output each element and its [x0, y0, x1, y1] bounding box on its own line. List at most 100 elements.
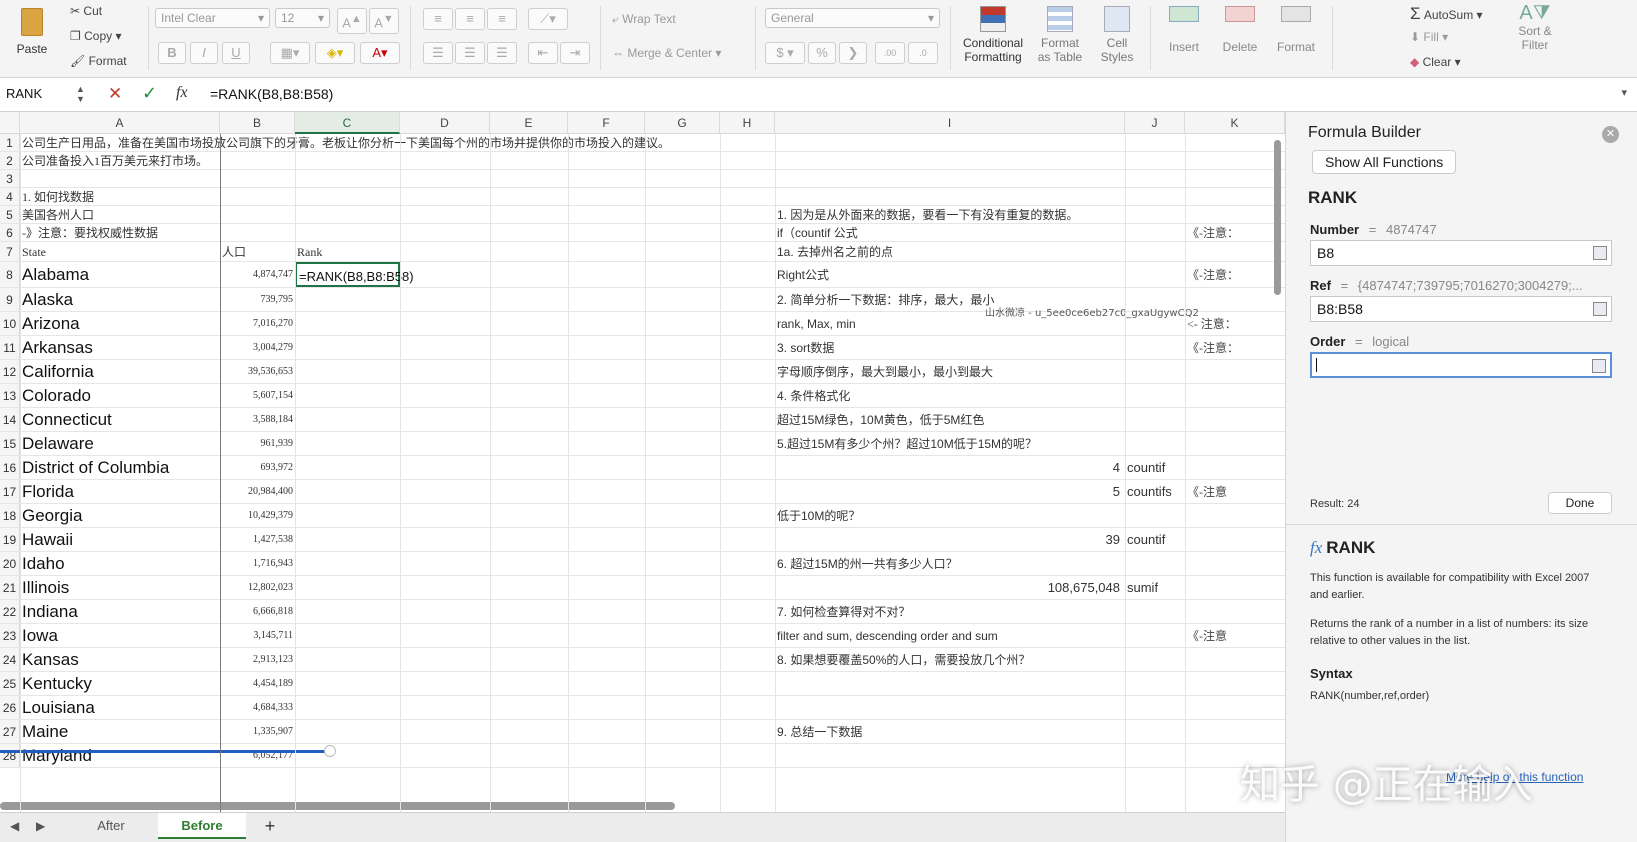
cell-a[interactable]: Idaho — [20, 552, 220, 575]
spreadsheet-grid[interactable]: ABCDEFGHIJK 1 公司生产日用品，准备在美国市场投放公司旗下的牙膏。老板… — [0, 112, 1285, 812]
cell-styles-button[interactable]: Cell Styles — [1092, 6, 1142, 64]
column-header-d[interactable]: D — [400, 112, 490, 134]
column-header-c[interactable]: C — [295, 112, 400, 134]
align-center-button[interactable]: ☰ — [455, 42, 485, 64]
font-color-button[interactable]: A▾ — [360, 42, 400, 64]
cell-k[interactable]: 《-注意 — [1185, 480, 1285, 503]
increase-decimal-button[interactable]: .00 — [875, 42, 905, 64]
row-header[interactable]: 8 — [0, 262, 20, 287]
row-header[interactable]: 21 — [0, 576, 20, 599]
cell-i[interactable]: 3. sort数据 — [775, 336, 1125, 359]
cell-b[interactable]: 3,004,279 — [220, 336, 295, 359]
cell-c[interactable]: Rank — [295, 242, 400, 261]
next-sheet-icon[interactable]: ▶ — [36, 819, 45, 833]
decrease-font-button[interactable]: A▼ — [369, 8, 399, 35]
cell-b[interactable]: 4,684,333 — [220, 696, 295, 719]
row-header[interactable]: 11 — [0, 336, 20, 359]
cell-b[interactable]: 6,666,818 — [220, 600, 295, 623]
done-button[interactable]: Done — [1548, 492, 1612, 514]
range-select-icon[interactable] — [1593, 302, 1607, 316]
align-top-button[interactable]: ≡ — [423, 8, 453, 30]
row-header[interactable]: 13 — [0, 384, 20, 407]
cell-b[interactable]: 人口 — [220, 242, 295, 261]
row-header[interactable]: 18 — [0, 504, 20, 527]
insert-function-icon[interactable]: fx — [176, 84, 188, 102]
cell-j[interactable]: countifs — [1125, 480, 1185, 503]
row-header[interactable]: 9 — [0, 288, 20, 311]
number-input[interactable]: B8 — [1310, 240, 1612, 266]
close-icon[interactable]: ✕ — [1602, 126, 1619, 143]
row-header[interactable]: 24 — [0, 648, 20, 671]
column-header-b[interactable]: B — [220, 112, 295, 134]
cell-i[interactable]: 6. 超过15M的州一共有多少人口？ — [775, 552, 1125, 575]
cell-i-value[interactable]: 4 — [775, 456, 1120, 479]
row-header[interactable]: 5 — [0, 206, 20, 223]
tab-before[interactable]: Before — [158, 813, 246, 839]
cell-a[interactable]: Delaware — [20, 432, 220, 455]
column-header-e[interactable]: E — [490, 112, 568, 134]
conditional-formatting-button[interactable]: Conditional Formatting — [958, 6, 1028, 64]
cell-b[interactable]: 10,429,379 — [220, 504, 295, 527]
bold-button[interactable]: B — [158, 42, 186, 64]
fill-button[interactable]: ⬇ Fill ▾ — [1410, 30, 1448, 44]
cell-i[interactable]: Right公式 — [775, 262, 1125, 287]
align-left-button[interactable]: ☰ — [423, 42, 453, 64]
cell-b[interactable]: 5,607,154 — [220, 384, 295, 407]
cell-i[interactable]: 1. 因为是从外面来的数据，要看一下有没有重复的数据。 — [775, 206, 1125, 223]
row-header[interactable]: 16 — [0, 456, 20, 479]
column-header-f[interactable]: F — [568, 112, 645, 134]
vertical-scrollbar[interactable] — [1274, 140, 1281, 295]
cell-a[interactable]: Indiana — [20, 600, 220, 623]
row-header[interactable]: 4 — [0, 188, 20, 205]
range-select-icon[interactable] — [1592, 359, 1606, 373]
cell-j[interactable]: sumif — [1125, 576, 1185, 599]
cell-k[interactable]: 《-注意： — [1185, 262, 1285, 287]
cell-i[interactable]: 4. 条件格式化 — [775, 384, 1125, 407]
orientation-button[interactable]: ⟋▾ — [528, 8, 568, 30]
add-sheet-button[interactable]: + — [252, 813, 288, 839]
cell-a[interactable]: Alabama — [20, 262, 220, 287]
row-header[interactable]: 26 — [0, 696, 20, 719]
cell-a[interactable]: 1. 如何找数据 — [20, 188, 220, 205]
row-header[interactable]: 23 — [0, 624, 20, 647]
clear-button[interactable]: ◆ Clear ▾ — [1410, 55, 1461, 69]
cell-a[interactable]: Alaska — [20, 288, 220, 311]
cell-a[interactable]: Colorado — [20, 384, 220, 407]
cell-i[interactable]: 7. 如何检查算得对不对？ — [775, 600, 1125, 623]
format-painter-button[interactable]: 🖌 Format — [70, 54, 127, 68]
cell-a[interactable]: District of Columbia — [20, 456, 220, 479]
cell-k[interactable]: <- 注意： — [1185, 312, 1285, 335]
row-header[interactable]: 27 — [0, 720, 20, 743]
cell-i[interactable]: 9. 总结一下数据 — [775, 720, 1125, 743]
cell-a[interactable]: Georgia — [20, 504, 220, 527]
increase-font-button[interactable]: A▲ — [337, 8, 367, 35]
cancel-icon[interactable]: ✕ — [108, 84, 122, 104]
cell-i-value[interactable]: 39 — [775, 528, 1120, 551]
cell-b[interactable]: 1,335,907 — [220, 720, 295, 743]
increase-indent-button[interactable]: ⇥ — [560, 42, 590, 64]
cell-a[interactable]: Arizona — [20, 312, 220, 335]
align-right-button[interactable]: ☰ — [487, 42, 517, 64]
cell-i-value[interactable]: 108,675,048 — [775, 576, 1120, 599]
cell-a[interactable]: Kansas — [20, 648, 220, 671]
format-button[interactable]: Format — [1272, 6, 1320, 54]
currency-button[interactable]: $ ▾ — [765, 42, 805, 64]
cell-j[interactable]: countif — [1125, 528, 1185, 551]
cell-b[interactable]: 4,454,189 — [220, 672, 295, 695]
paste-button[interactable]: Paste — [8, 8, 56, 56]
cell-a[interactable]: Arkansas — [20, 336, 220, 359]
column-header-a[interactable]: A — [20, 112, 220, 134]
expand-formula-icon[interactable]: ▾ — [1621, 86, 1627, 99]
decrease-decimal-button[interactable]: .0 — [908, 42, 938, 64]
cell-a[interactable]: 公司生产日用品，准备在美国市场投放公司旗下的牙膏。老板让你分析一下美国每个州的市… — [20, 134, 670, 151]
wrap-text-button[interactable]: ⤶ Wrap Text — [612, 12, 676, 27]
row-header[interactable]: 3 — [0, 170, 20, 187]
align-middle-button[interactable]: ≡ — [455, 8, 485, 30]
column-header-h[interactable]: H — [720, 112, 775, 134]
cell-a[interactable]: Louisiana — [20, 696, 220, 719]
cell-b[interactable]: 2,913,123 — [220, 648, 295, 671]
cell-a[interactable]: State — [20, 242, 220, 261]
autosum-button[interactable]: Σ AutoSum ▾ — [1410, 4, 1483, 24]
cell-a[interactable]: California — [20, 360, 220, 383]
cell-a[interactable]: Maryland — [20, 744, 220, 767]
